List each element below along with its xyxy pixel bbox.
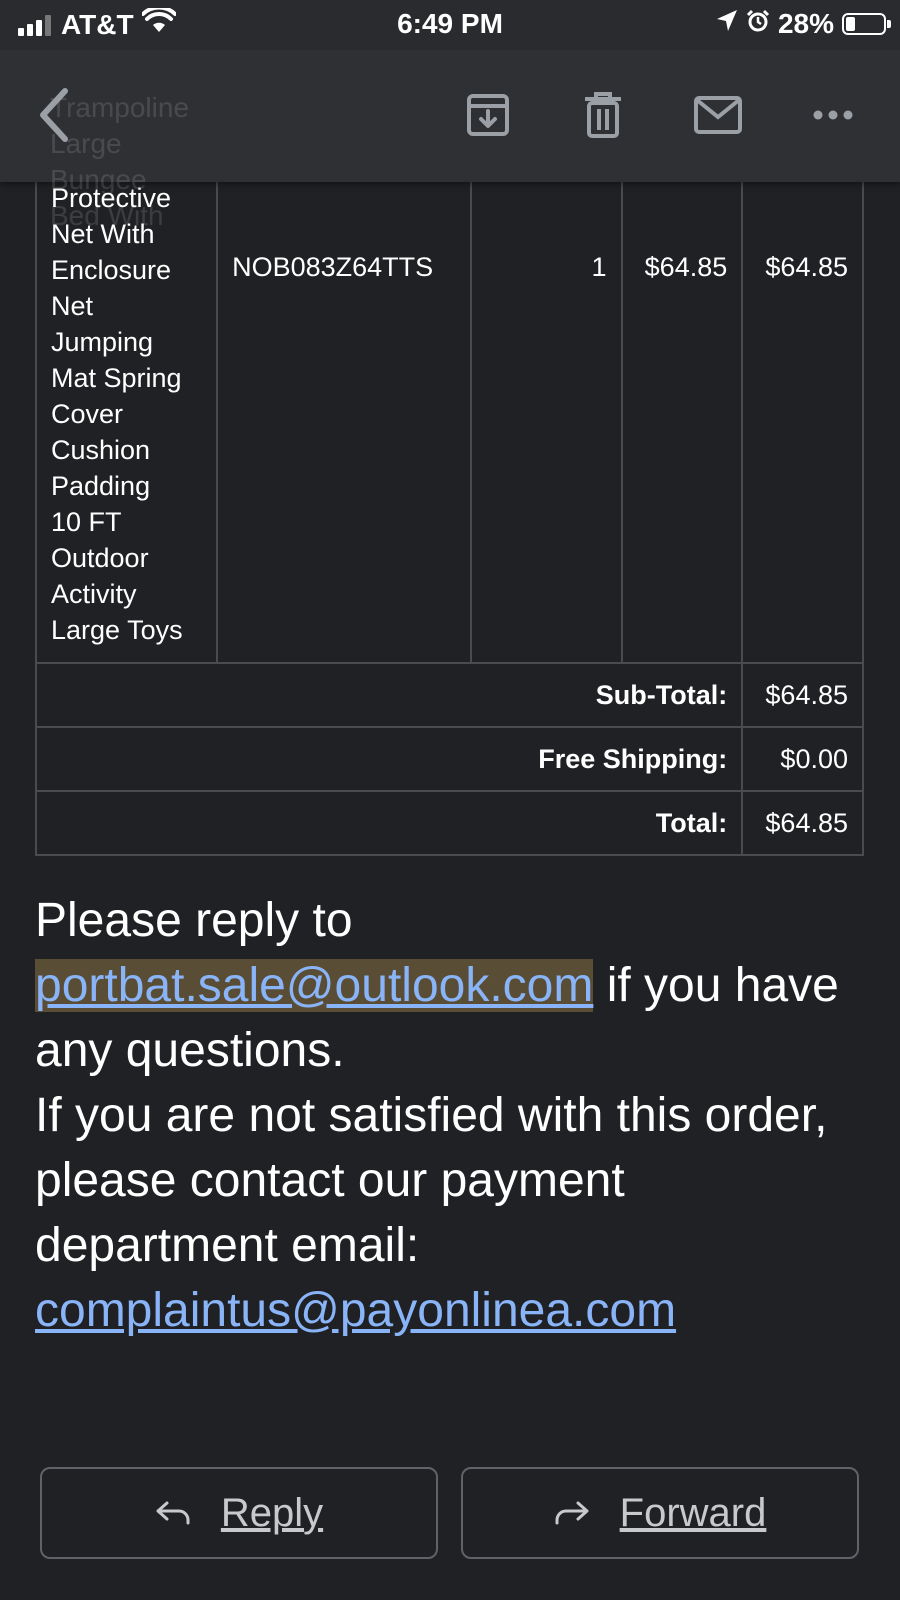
email-message-body: Please reply to portbat.sale@outlook.com… <box>35 888 875 1343</box>
archive-icon <box>467 94 509 136</box>
total-value: $64.85 <box>741 790 864 856</box>
reply-button[interactable]: Reply <box>40 1467 438 1559</box>
order-table: Protective Net With Enclosure Net Jumpin… <box>34 150 864 856</box>
delete-button[interactable] <box>568 80 638 150</box>
sku-cell: NOB083Z64TTS <box>216 150 472 664</box>
back-chevron-icon <box>40 88 68 142</box>
reply-prompt-text: Please reply to <box>35 894 353 947</box>
trash-icon <box>585 92 621 138</box>
subtotal-label: Sub-Total: <box>34 662 744 728</box>
reply-label: Reply <box>220 1490 324 1535</box>
sales-email-link[interactable]: portbat.sale@outlook.com <box>35 959 594 1012</box>
battery-icon <box>842 13 891 35</box>
payment-dept-email-link[interactable]: complaintus@payonlinea.com <box>35 1284 676 1337</box>
shipping-row: Free Shipping: $0.00 <box>34 726 864 792</box>
forward-arrow-icon <box>555 1501 589 1525</box>
status-bar: AT&T 6:49 PM 28% <box>0 0 900 50</box>
email-toolbar: Trampoline Large Bungee Bed With <box>0 50 900 231</box>
back-button[interactable] <box>20 80 90 150</box>
mark-unread-button[interactable] <box>683 80 753 150</box>
subtotal-row: Sub-Total: $64.85 <box>34 662 864 728</box>
forward-button[interactable]: Forward <box>461 1467 859 1559</box>
subtotal-value: $64.85 <box>741 662 864 728</box>
forward-label: Forward <box>619 1490 767 1535</box>
unit-price-cell: $64.85 <box>620 150 744 664</box>
quantity-cell: 1 <box>469 150 623 664</box>
shipping-value: $0.00 <box>741 726 864 792</box>
battery-percentage: 28% <box>777 8 834 39</box>
total-label: Total: <box>34 790 744 856</box>
status-right: 28% <box>716 8 891 40</box>
more-horizontal-icon <box>813 110 853 120</box>
line-total-cell: $64.85 <box>741 150 864 664</box>
complaint-text: If you are not satisfied with this order… <box>35 1089 828 1272</box>
shipping-label: Free Shipping: <box>34 726 744 792</box>
mail-envelope-icon <box>694 96 742 134</box>
alarm-clock-icon <box>746 8 770 40</box>
archive-button[interactable] <box>453 80 523 150</box>
more-options-button[interactable] <box>798 80 868 150</box>
location-arrow-icon <box>716 8 738 40</box>
reply-arrow-icon <box>156 1501 190 1525</box>
total-row: Total: $64.85 <box>34 790 864 856</box>
